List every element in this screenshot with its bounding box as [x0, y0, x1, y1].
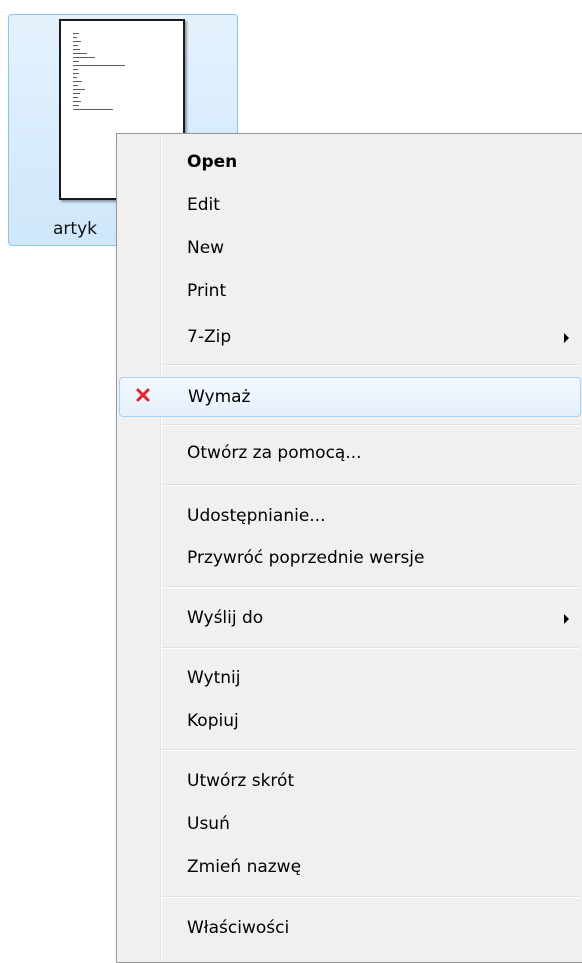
menu-item-print[interactable]: Print: [119, 272, 581, 312]
menu-item-label: Open: [187, 152, 238, 172]
menu-item-send-to[interactable]: Wyślij do: [119, 599, 581, 639]
menu-item-open-with[interactable]: Otwórz za pomocą...: [119, 434, 581, 474]
menu-item-label: Utwórz skrót: [187, 771, 295, 791]
menu-item-edit[interactable]: Edit: [119, 186, 581, 226]
menu-separator: [162, 586, 579, 588]
menu-item-share[interactable]: Udostępnianie...: [119, 497, 581, 537]
menu-item-label: Kopiuj: [187, 711, 239, 731]
context-menu: Open Edit New Print 7-Zip Wymaż Otwórz z…: [116, 133, 582, 963]
menu-item-rename[interactable]: Zmień nazwę: [119, 848, 581, 888]
red-x-icon: [136, 388, 150, 402]
menu-separator: [162, 647, 579, 649]
menu-item-label: Print: [187, 281, 227, 301]
menu-separator: [162, 484, 579, 486]
menu-item-label: Usuń: [187, 814, 230, 834]
submenu-arrow-icon: [564, 614, 569, 624]
menu-item-label: Właściwości: [187, 918, 290, 938]
menu-item-label: Edit: [187, 195, 220, 215]
document-preview-lines: [73, 33, 173, 113]
menu-separator: [162, 749, 579, 751]
menu-item-label: Wyślij do: [187, 608, 264, 628]
menu-item-label: Wytnij: [187, 668, 241, 688]
menu-item-delete[interactable]: Usuń: [119, 805, 581, 845]
menu-item-new[interactable]: New: [119, 229, 581, 269]
menu-separator: [162, 364, 579, 366]
menu-item-wymaz[interactable]: Wymaż: [119, 377, 581, 417]
menu-item-properties[interactable]: Właściwości: [119, 909, 581, 949]
submenu-arrow-icon: [564, 333, 569, 343]
menu-item-label: 7-Zip: [187, 327, 232, 347]
menu-item-label: Przywróć poprzednie wersje: [187, 548, 425, 568]
menu-item-cut[interactable]: Wytnij: [119, 659, 581, 699]
menu-item-open[interactable]: Open: [119, 143, 581, 183]
menu-item-label: New: [187, 238, 225, 258]
menu-item-restore-previous-versions[interactable]: Przywróć poprzednie wersje: [119, 539, 581, 579]
menu-item-label: Udostępnianie...: [187, 506, 326, 526]
menu-item-copy[interactable]: Kopiuj: [119, 702, 581, 742]
menu-item-label: Wymaż: [188, 387, 251, 407]
menu-item-label: Otwórz za pomocą...: [187, 443, 362, 463]
menu-item-label: Zmień nazwę: [187, 857, 302, 877]
menu-item-7zip[interactable]: 7-Zip: [119, 318, 581, 358]
menu-item-create-shortcut[interactable]: Utwórz skrót: [119, 762, 581, 802]
menu-separator: [162, 896, 579, 898]
menu-separator: [162, 424, 579, 426]
